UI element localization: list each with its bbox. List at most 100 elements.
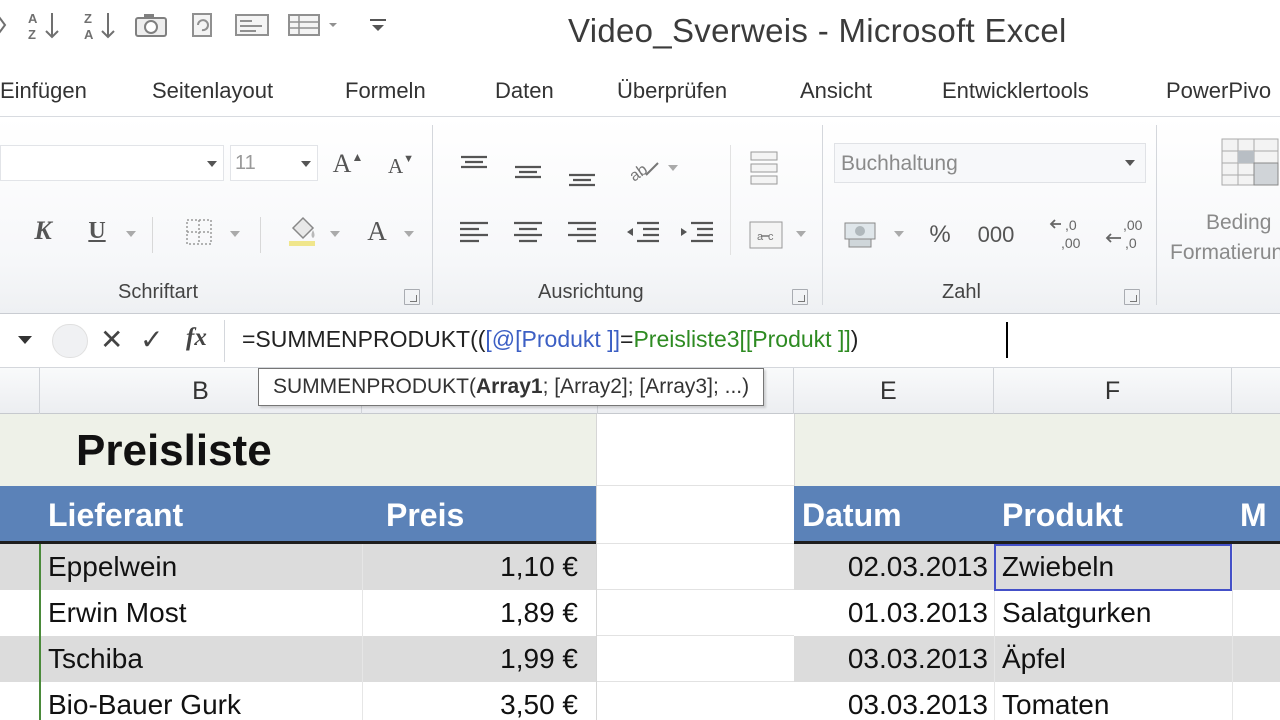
cell-preis-1[interactable]: 1,10 € <box>362 544 578 590</box>
insert-function-button[interactable]: fx <box>186 324 207 352</box>
quick-access-partial-icon[interactable] <box>0 8 14 42</box>
fill-color-icon[interactable] <box>284 213 320 249</box>
formula-input[interactable]: =SUMMENPRODUKT(([@[Produkt ]]=Preisliste… <box>242 326 858 353</box>
formula-bar-expander-handle[interactable] <box>52 324 88 358</box>
align-center-icon[interactable] <box>510 217 546 249</box>
grow-font-button[interactable]: A ▲ <box>330 147 366 181</box>
currency-format-icon[interactable] <box>840 215 884 253</box>
cell-lieferant-4[interactable]: Bio-Bauer Gurk <box>48 682 241 720</box>
fill-color-dropdown-icon[interactable] <box>330 231 340 237</box>
italic-button[interactable]: K <box>26 213 60 249</box>
gridline <box>794 414 795 486</box>
borders-dropdown-icon[interactable] <box>230 231 240 237</box>
align-left-icon[interactable] <box>456 217 492 249</box>
text-orientation-icon[interactable]: ab <box>624 151 664 185</box>
sort-ascending-icon[interactable]: AZ <box>24 8 68 42</box>
window-title: Video_Sverweis - Microsoft Excel <box>568 12 1067 49</box>
header-produkt[interactable]: Produkt <box>1002 486 1123 544</box>
tab-ansicht[interactable]: Ansicht <box>800 78 872 104</box>
align-middle-icon[interactable] <box>510 157 546 187</box>
tab-entwicklertools[interactable]: Entwicklertools <box>942 78 1089 104</box>
caret-up-icon: ▲ <box>351 149 364 164</box>
cell-lieferant-1[interactable]: Eppelwein <box>48 544 177 590</box>
cell-datum-4[interactable]: 03.03.2013 <box>794 682 988 720</box>
currency-dropdown-icon[interactable] <box>894 231 904 237</box>
underline-button[interactable]: U <box>80 213 114 249</box>
group-label-font: Schriftart <box>118 281 199 303</box>
column-header-g[interactable] <box>1232 368 1280 414</box>
alignment-dialog-launcher-icon[interactable] <box>792 289 808 305</box>
thousands-separator-button[interactable]: 000 <box>974 217 1018 253</box>
cell-preis-2[interactable]: 1,89 € <box>362 590 578 636</box>
font-color-button[interactable]: A <box>360 213 394 249</box>
header-datum[interactable]: Datum <box>802 486 902 544</box>
tab-ueberpruefen[interactable]: Überprüfen <box>617 78 727 104</box>
borders-icon[interactable] <box>182 215 216 249</box>
enter-formula-button[interactable]: ✓ <box>140 323 163 356</box>
form-icon[interactable] <box>232 8 272 42</box>
conditional-formatting-icon[interactable] <box>1220 135 1280 189</box>
decrease-decimal-icon[interactable]: ,00,0 <box>1100 213 1146 255</box>
tab-daten[interactable]: Daten <box>495 78 554 104</box>
conditional-formatting-label-2[interactable]: Formatierung <box>1170 241 1280 265</box>
cancel-formula-button[interactable]: ✕ <box>100 323 123 356</box>
shrink-font-button[interactable]: A ▼ <box>384 149 418 183</box>
svg-text:,0: ,0 <box>1125 235 1137 251</box>
cell-datum-1[interactable]: 02.03.2013 <box>794 544 988 590</box>
svg-text:,00: ,00 <box>1123 217 1143 233</box>
svg-text:,00: ,00 <box>1061 235 1081 251</box>
cell-produkt-4[interactable]: Tomaten <box>1002 682 1109 720</box>
tab-einfuegen[interactable]: Einfügen <box>0 78 87 104</box>
refresh-icon[interactable] <box>186 8 218 42</box>
title-bar: AZ ZA Video_Sverweis - Microsoft Excel <box>0 0 1280 68</box>
wrap-text-icon[interactable] <box>746 147 786 187</box>
increase-decimal-icon[interactable]: ,0,00 <box>1048 213 1094 255</box>
orientation-dropdown-icon[interactable] <box>668 165 678 171</box>
align-top-icon[interactable] <box>456 151 492 181</box>
cell-datum-3[interactable]: 03.03.2013 <box>794 636 988 682</box>
column-header-f[interactable]: F <box>994 368 1232 414</box>
cell-lieferant-2[interactable]: Erwin Most <box>48 590 186 636</box>
tab-powerpivot[interactable]: PowerPivo <box>1166 78 1271 104</box>
font-name-combo[interactable] <box>0 145 224 181</box>
gridline <box>597 635 794 636</box>
underline-dropdown-icon[interactable] <box>126 231 136 237</box>
customize-quick-access-icon[interactable] <box>364 8 392 42</box>
camera-icon[interactable] <box>132 8 170 42</box>
svg-text:Z: Z <box>28 27 36 41</box>
number-dialog-launcher-icon[interactable] <box>1124 289 1140 305</box>
tab-seitenlayout[interactable]: Seitenlayout <box>152 78 273 104</box>
font-dialog-launcher-icon[interactable] <box>404 289 420 305</box>
cell-lieferant-3[interactable]: Tschiba <box>48 636 143 682</box>
conditional-formatting-label-1[interactable]: Beding <box>1206 211 1271 235</box>
column-header-a[interactable] <box>0 368 40 414</box>
merge-center-icon[interactable]: ac <box>746 215 786 255</box>
name-box-dropdown-icon[interactable] <box>18 336 32 344</box>
font-color-dropdown-icon[interactable] <box>404 231 414 237</box>
tab-formeln[interactable]: Formeln <box>345 78 426 104</box>
percent-button[interactable]: % <box>922 217 958 253</box>
align-bottom-icon[interactable] <box>564 161 600 191</box>
function-tooltip[interactable]: SUMMENPRODUKT(Array1; [Array2]; [Array3]… <box>258 368 765 406</box>
cell-produkt-2[interactable]: Salatgurken <box>1002 590 1151 636</box>
sort-descending-icon[interactable]: ZA <box>80 8 124 42</box>
cell-datum-2[interactable]: 01.03.2013 <box>794 590 988 636</box>
header-menge-partial[interactable]: M <box>1240 486 1267 544</box>
decrease-indent-icon[interactable] <box>622 217 662 249</box>
header-preis[interactable]: Preis <box>386 486 464 544</box>
formula-equals: = <box>620 326 634 352</box>
caret-down-icon: ▼ <box>403 153 415 165</box>
column-header-e[interactable]: E <box>794 368 994 414</box>
table-options-icon[interactable] <box>286 8 344 42</box>
number-format-combo[interactable]: Buchhaltung <box>834 143 1146 183</box>
cell-preis-4[interactable]: 3,50 € <box>362 682 578 720</box>
align-right-icon[interactable] <box>564 217 600 249</box>
increase-indent-icon[interactable] <box>676 217 716 249</box>
merge-dropdown-icon[interactable] <box>796 231 806 237</box>
header-lieferant[interactable]: Lieferant <box>48 486 183 544</box>
cell-produkt-3[interactable]: Äpfel <box>1002 636 1066 682</box>
cell-preis-3[interactable]: 1,99 € <box>362 636 578 682</box>
font-size-combo[interactable]: 11 <box>230 145 318 181</box>
sheet-title[interactable]: Preisliste <box>76 420 272 482</box>
divider <box>152 217 153 253</box>
